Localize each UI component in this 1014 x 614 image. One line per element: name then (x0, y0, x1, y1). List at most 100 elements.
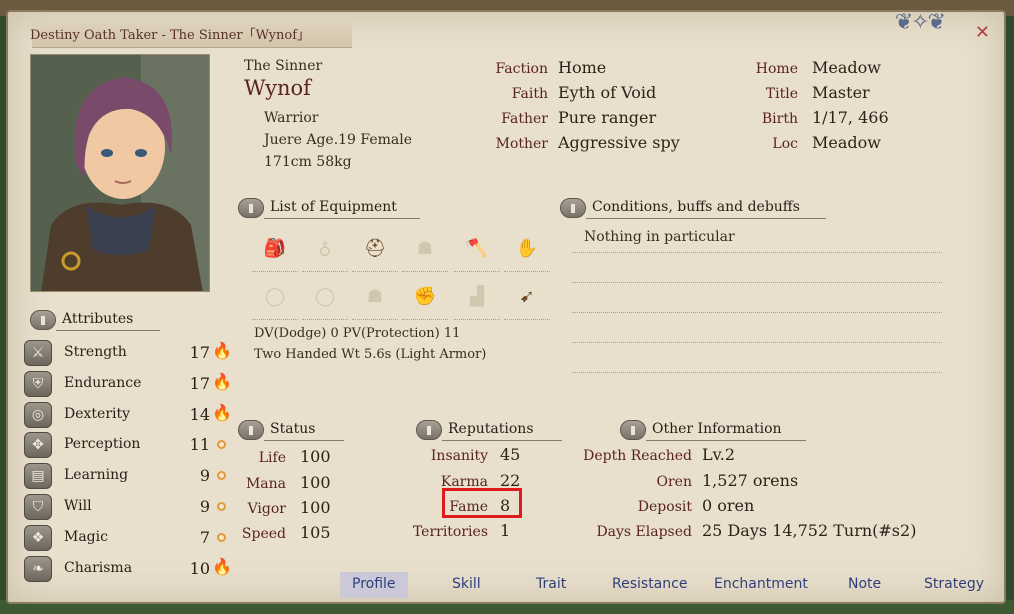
attribute-name: Will (64, 498, 92, 514)
close-button[interactable]: ✕ (975, 22, 990, 43)
potential-dot-icon (217, 440, 226, 449)
deposit-value: 0 oren (702, 496, 755, 515)
status-heading-label: Status (270, 421, 316, 437)
flame-icon: 🔥 (212, 403, 232, 422)
divider (572, 252, 942, 253)
flame-icon: 🔥 (212, 341, 232, 360)
insanity-value: 45 (500, 445, 521, 464)
window-title: Destiny Oath Taker - The Sinner「Wynof」 (30, 28, 311, 43)
armor-icon: ⛨ (24, 371, 52, 397)
section-toggle-icon (620, 420, 646, 440)
attribute-name: Perception (64, 436, 141, 452)
divider (572, 312, 942, 313)
faction-label: Faction (495, 61, 549, 77)
tab-resistance[interactable]: Resistance (600, 572, 699, 598)
speed-label: Speed (241, 526, 286, 542)
life-value: 100 (300, 447, 331, 466)
divider (572, 282, 942, 283)
faith-label: Faith (511, 86, 548, 102)
attribute-row-learning[interactable]: ▤ Learning 9 (22, 461, 232, 489)
depth-reached-value: Lv.2 (702, 445, 736, 464)
attribute-row-endurance[interactable]: ⛨ Endurance 17 🔥 (22, 369, 232, 397)
vigor-label: Vigor (247, 501, 286, 517)
conditions-heading-label: Conditions, buffs and debuffs (592, 199, 800, 215)
backpack-icon[interactable]: 🎒 (252, 226, 298, 272)
tab-note[interactable]: Note (836, 572, 893, 598)
amulet-icon[interactable]: ♁ (302, 226, 348, 272)
ring-icon[interactable]: ◯ (302, 274, 348, 320)
loc-label: Loc (772, 136, 798, 152)
swords-icon: ⚔ (24, 340, 52, 366)
territories-value: 1 (500, 521, 511, 540)
territories-label: Territories (412, 524, 488, 540)
potential-dot-icon (217, 471, 226, 480)
ammo-icon[interactable]: ➹ (504, 274, 550, 320)
tab-bar: Profile Skill Trait Resistance Enchantme… (328, 572, 998, 598)
attribute-row-will[interactable]: ⛉ Will 9 (22, 492, 232, 520)
life-label: Life (258, 450, 286, 466)
equipment-heading-label: List of Equipment (270, 199, 397, 215)
axe-icon[interactable]: 🪓 (454, 226, 500, 272)
section-toggle-icon (30, 310, 56, 330)
depth-reached-label: Depth Reached (583, 448, 692, 464)
section-toggle-icon (238, 420, 264, 440)
flame-icon: 🔥 (212, 557, 232, 576)
attribute-row-charisma[interactable]: ❧ Charisma 10 🔥 (22, 554, 232, 582)
attribute-row-strength[interactable]: ⚔ Strength 17 🔥 (22, 338, 232, 366)
birth-value: 1/17, 466 (812, 108, 889, 127)
conditions-text: Nothing in particular (584, 229, 735, 245)
tab-skill[interactable]: Skill (440, 572, 493, 598)
faction-value: Home (558, 58, 607, 77)
reputations-heading-label: Reputations (448, 421, 534, 437)
tab-profile[interactable]: Profile (340, 572, 408, 598)
potential-dot-icon (217, 502, 226, 511)
attribute-row-perception[interactable]: ✥ Perception 11 (22, 430, 232, 458)
title-label: Title (765, 86, 798, 102)
helmet-icon[interactable]: ⛑ (352, 226, 398, 272)
character-name: Wynof (244, 76, 311, 100)
days-elapsed-label: Days Elapsed (596, 524, 692, 540)
attribute-row-magic[interactable]: ❖ Magic 7 (22, 523, 232, 551)
father-value: Pure ranger (558, 108, 657, 127)
ornament-icon: ❦✧❦ (894, 10, 946, 35)
mother-label: Mother (495, 136, 548, 152)
divider (572, 342, 942, 343)
tab-enchantment[interactable]: Enchantment (702, 572, 820, 598)
boots-icon[interactable]: ▟ (454, 274, 500, 320)
oren-label: Oren (656, 474, 692, 490)
cloak-icon[interactable]: ☗ (402, 226, 448, 272)
tab-strategy[interactable]: Strategy (912, 572, 996, 598)
attribute-value: 10 (189, 559, 210, 578)
armor-icon[interactable]: ☗ (352, 274, 398, 320)
father-label: Father (501, 111, 548, 127)
attribute-value: 17 (189, 374, 210, 393)
title-value: Master (812, 83, 870, 102)
character-alias: The Sinner (244, 58, 323, 74)
attribute-name: Charisma (64, 560, 133, 576)
attribute-value: 9 (199, 497, 210, 516)
ring-icon[interactable]: ◯ (252, 274, 298, 320)
section-toggle-icon (416, 420, 442, 440)
gauntlet-icon[interactable]: ✊ (402, 274, 448, 320)
ribbon-icon: ❧ (24, 556, 52, 582)
other-info-heading-label: Other Information (652, 421, 782, 437)
attribute-value: 7 (199, 528, 210, 547)
divider (572, 372, 942, 373)
section-toggle-icon (560, 198, 586, 218)
attribute-value: 14 (189, 405, 210, 424)
character-race-age: Juere Age.19 Female (264, 132, 413, 148)
glove-icon[interactable]: ✋ (504, 226, 550, 272)
attribute-value: 9 (199, 466, 210, 485)
home-value: Meadow (812, 58, 881, 77)
attribute-name: Dexterity (64, 406, 131, 422)
speed-value: 105 (300, 523, 331, 542)
attribute-name: Strength (64, 344, 127, 360)
faith-value: Eyth of Void (558, 83, 657, 102)
flame-icon: 🔥 (212, 372, 232, 391)
tab-trait[interactable]: Trait (524, 572, 578, 598)
deposit-label: Deposit (637, 499, 692, 515)
attribute-name: Learning (64, 467, 129, 483)
insanity-label: Insanity (430, 448, 488, 464)
attribute-row-dexterity[interactable]: ◎ Dexterity 14 🔥 (22, 400, 232, 428)
attribute-value: 11 (189, 435, 210, 454)
